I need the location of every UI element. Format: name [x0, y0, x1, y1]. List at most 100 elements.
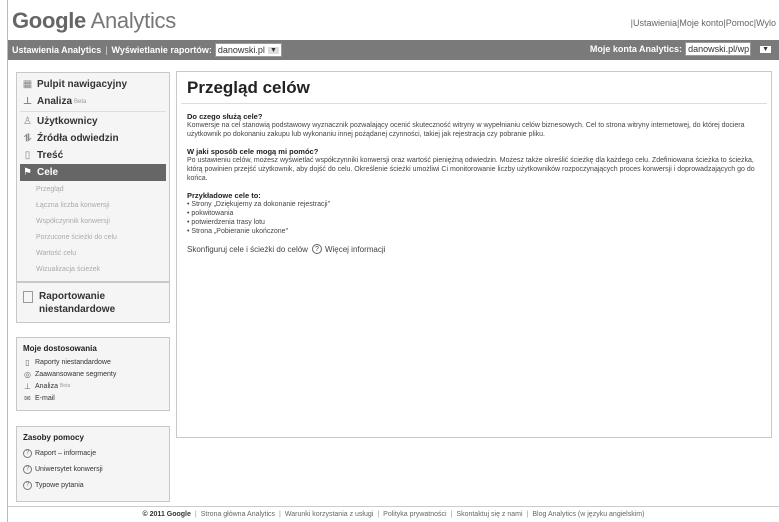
link-label: Analiza — [35, 382, 58, 390]
beta-badge: Beta — [74, 98, 87, 105]
sidebar-item-goals[interactable]: ⚑ Cele — [20, 164, 166, 181]
google-analytics-logo[interactable]: Google Analytics — [12, 8, 176, 34]
footer-link-privacy[interactable]: Polityka prywatności — [383, 511, 446, 518]
link-settings[interactable]: Ustawienia — [633, 18, 677, 28]
page-title: Przegląd celów — [187, 78, 310, 97]
divider — [20, 111, 166, 112]
link-label: Raporty niestandardowe — [35, 358, 111, 366]
profile-select[interactable]: danowski.pl ▼ — [214, 43, 282, 57]
segments-icon: ◎ — [24, 369, 31, 379]
configure-row: Skonfiguruj cele i ścieżki do celów ? Wi… — [187, 244, 767, 254]
help-resources-box: Zasoby pomocy ? Raport – informacje ? Uniw… — [16, 426, 170, 502]
grid-icon: ▦ — [22, 79, 33, 90]
question-heading: Do czego służą cele? — [187, 112, 263, 121]
sidebar-subitem-overview[interactable]: Przegląd — [20, 181, 166, 197]
sidebar-item-users[interactable]: ♙ Użytkownicy — [20, 113, 166, 130]
sidebar-subitem-total-conversions[interactable]: Łączna liczba konwersji — [20, 197, 166, 213]
beta-badge: Beta — [59, 383, 71, 389]
examples-list: Strony „Dziękujemy za dokonanie rejestra… — [187, 200, 767, 236]
sidebar-item-analysis[interactable]: ⊥ Analiza Beta — [20, 93, 166, 110]
footer-link-home[interactable]: Strona główna Analytics — [201, 511, 275, 518]
chart-icon: ⊥ — [24, 381, 31, 391]
link-label: Typowe pytania — [35, 481, 84, 489]
sidebar-subitem-abandoned-funnels[interactable]: Porzucone ścieżki do celu — [20, 229, 166, 245]
sidebar-item-label: Pulpit nawigacyjny — [37, 79, 128, 90]
top-header: Google Analytics |Ustawienia|Moje konto|… — [12, 8, 776, 38]
chevron-down-icon: ▼ — [267, 46, 279, 54]
page-icon: ▯ — [24, 150, 31, 161]
sidebar-subitem-goal-value[interactable]: Wartość celu — [20, 245, 166, 261]
footer-link-blog[interactable]: Blog Analytics (w języku angielskim) — [532, 511, 644, 518]
help-icon: ? — [23, 480, 32, 490]
help-icon: ? — [23, 448, 32, 458]
copyright: © 2011 Google — [142, 511, 191, 518]
link-label: E-mail — [35, 394, 55, 402]
my-customizations-box: Moje dostosowania ▯ Raporty niestandardow… — [16, 337, 170, 411]
sidebar-item-label: Źródła odwiedzin — [37, 133, 119, 144]
footer-link-terms[interactable]: Warunki korzystania z usługi — [285, 511, 373, 518]
toolbar-separator: | — [105, 45, 108, 55]
report-icon: ▯ — [25, 357, 30, 367]
person-icon: ♙ — [23, 116, 32, 127]
help-link-conversion-university[interactable]: ? Uniwersytet konwersji — [23, 461, 163, 477]
link-label: Zaawansowane segmenty — [35, 370, 117, 378]
main-panel: Przegląd celów Do czego służą cele? Konw… — [176, 71, 772, 438]
help-icon: ? — [23, 464, 32, 474]
sidebar-item-label: Cele — [37, 167, 59, 178]
link-logout[interactable]: Wylo — [756, 18, 776, 28]
chevron-down-icon: ▼ — [760, 45, 771, 53]
report-icon — [23, 291, 33, 303]
sidebar-item-label: Użytkownicy — [37, 116, 98, 127]
link-help[interactable]: Pomoc — [726, 18, 754, 28]
analytics-settings-link[interactable]: Ustawienia Analytics — [12, 45, 101, 55]
my-customizations-title: Moje dostosowania — [23, 344, 97, 353]
email-link[interactable]: ✉ E-mail — [23, 392, 163, 404]
footer: © 2011 Google | Strona główna Analytics | Wa… — [8, 506, 779, 522]
question-heading: W jaki sposób cele mogą mi pomóc? — [187, 147, 319, 156]
account-select[interactable]: danowski.pl/wp — [685, 42, 752, 56]
sidebar-item-label: Treść — [37, 150, 64, 161]
branch-icon: ⥮ — [23, 133, 32, 144]
accounts-selector: Moje konta Analytics: danowski.pl/wp ▼ — [590, 42, 773, 56]
sidebar-item-dashboard[interactable]: ▦ Pulpit nawigacyjny — [20, 76, 166, 93]
title-divider — [181, 103, 767, 104]
list-item: pokwitowania — [187, 209, 767, 218]
chart-icon: ⊥ — [22, 96, 33, 107]
sidebar-item-label: Analiza — [37, 96, 73, 107]
toolbar: Ustawienia Analytics | Wyświetlanie rapo… — [8, 40, 779, 60]
goals-overview-content: Do czego służą cele? Konwersje na cel st… — [187, 112, 767, 254]
profile-select-value: danowski.pl — [217, 45, 265, 55]
analysis-link[interactable]: ⊥ Analiza Beta — [23, 380, 163, 392]
footer-link-contact[interactable]: Skontaktuj się z nami — [456, 511, 522, 518]
sidebar-subitem-conversion-rate[interactable]: Współczynnik konwersji — [20, 213, 166, 229]
advanced-segments-link[interactable]: ◎ Zaawansowane segmenty — [23, 368, 163, 380]
custom-reports-link[interactable]: ▯ Raporty niestandardowe — [23, 356, 163, 368]
account-select-arrow[interactable]: ▼ — [755, 42, 773, 56]
help-resources-title: Zasoby pomocy — [23, 433, 84, 442]
reports-label: Wyświetlanie raportów: — [111, 45, 212, 55]
answer-text: Po ustawieniu celów, możesz wyświetlać w… — [187, 157, 755, 182]
examples-heading: Przykładowe cele to: — [187, 191, 261, 200]
link-label: Uniwersytet konwersji — [35, 465, 103, 473]
help-icon: ? — [311, 244, 322, 254]
accounts-label: Moje konta Analytics: — [589, 44, 683, 54]
flag-icon: ⚑ — [23, 167, 32, 178]
account-select-value: danowski.pl/wp — [688, 44, 750, 54]
list-item: potwierdzenia trasy lotu — [187, 218, 767, 227]
custom-reporting-box[interactable]: Raportowanie niestandardowe — [16, 282, 170, 323]
list-item: Strona „Pobieranie ukończone" — [187, 227, 767, 236]
sidebar-item-traffic[interactable]: ⥮ Źródła odwiedzin — [20, 130, 166, 147]
help-link-report-info[interactable]: ? Raport – informacje — [23, 445, 163, 461]
configure-goals-link[interactable]: Skonfiguruj cele i ścieżki do celów — [187, 245, 308, 254]
sidebar-nav: ▦ Pulpit nawigacyjny ⊥ Analiza Beta ♙ Użytko… — [16, 72, 170, 282]
link-label: Raport – informacje — [35, 449, 97, 457]
help-link-faq[interactable]: ? Typowe pytania — [23, 477, 163, 493]
link-my-account[interactable]: Moje konto — [679, 18, 723, 28]
answer-text: Konwersje na cel stanowią podstawowy wyz… — [187, 122, 745, 138]
top-links: |Ustawienia|Moje konto|Pomoc|Wylo — [630, 18, 776, 28]
more-info-link[interactable]: Więcej informacji — [325, 245, 385, 254]
sidebar-subitem-funnel-visualization[interactable]: Wizualizacja ścieżek — [20, 261, 166, 277]
email-icon: ✉ — [24, 393, 31, 403]
sidebar-item-content[interactable]: ▯ Treść — [20, 147, 166, 164]
custom-reporting-label: Raportowanie niestandardowe — [39, 291, 116, 315]
